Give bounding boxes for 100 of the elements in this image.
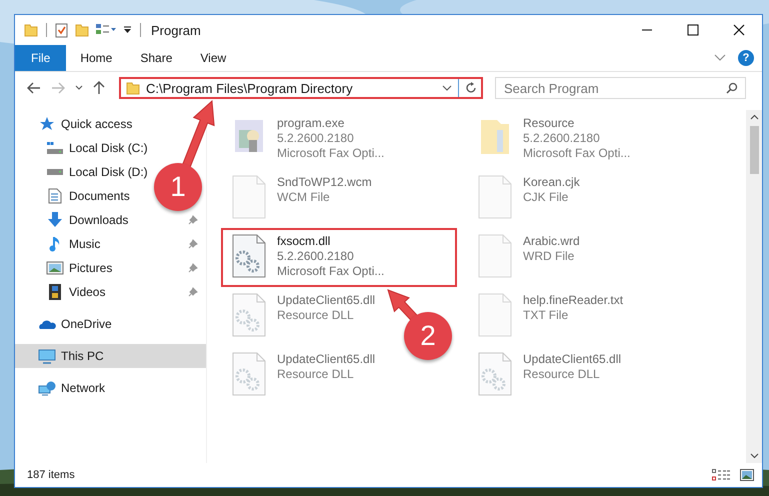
music-note-icon [49,236,61,252]
file-item[interactable]: UpdateClient65.dll Resource DLL [467,346,630,405]
sidebar-item[interactable]: Network [15,376,114,400]
gear-file-icon [232,293,266,337]
refresh-icon[interactable] [465,82,477,94]
drive-icon [46,168,64,176]
scrollbar[interactable] [746,110,762,463]
file-detail: TXT File [523,308,570,323]
file-detail: Microsoft Fax Opti... [523,146,630,161]
star-icon [39,117,55,131]
file-detail: Resource DLL [277,308,355,323]
scroll-up-icon[interactable] [750,114,758,120]
file-item[interactable]: Korean.cjk CJK File [467,169,588,228]
file-item[interactable]: SndToWP12.wcm WCM File [221,169,380,228]
search-icon [726,82,738,94]
blank-file-icon [478,234,512,278]
sidebar-label: OneDrive [61,317,112,331]
gear-file-icon [232,352,266,396]
file-name: help.fineReader.txt [523,293,624,308]
sidebar-label: This PC [61,349,105,363]
sidebar-item[interactable]: Pictures [15,256,120,280]
close-icon[interactable] [733,24,745,36]
file-name: UpdateClient65.dll [277,293,376,308]
ribbon-tab[interactable]: Share [126,45,186,71]
search-field[interactable]: Search Program [495,77,746,99]
file-detail: Microsoft Fax Opti... [277,264,384,279]
sidebar-item[interactable]: OneDrive [15,312,120,336]
file-detail: 5.2.2600.2180 [523,131,601,146]
file-name: SndToWP12.wcm [277,175,372,190]
sidebar-label: Network [61,381,106,395]
scroll-down-icon[interactable] [750,453,758,459]
file-name: fxsocm.dll [277,234,332,249]
scroll-thumb[interactable] [750,126,758,174]
film-strip-icon [48,283,62,301]
sidebar-label: Local Disk (D:) [69,165,148,179]
file-name: UpdateClient65.dll [523,352,622,367]
blank-file-icon [478,293,512,337]
sidebar-item[interactable]: Videos [15,280,114,304]
picture-frame-icon [46,261,64,275]
file-name: Korean.cjk [523,175,580,190]
blank-file-icon [478,175,512,219]
details-view-icon[interactable] [712,469,730,481]
gear-file-icon [478,352,512,396]
large-icons-view-icon[interactable] [740,469,754,481]
blank-file-icon [232,175,266,219]
file-name: program.exe [277,116,346,131]
sidebar-item[interactable]: Music [15,232,108,256]
file-item[interactable]: UpdateClient65.dll Resource DLL [221,346,384,405]
file-item[interactable]: Resource 5.2.2600.2180 Microsoft Fax Opti... [467,110,638,169]
file-name: Resource [523,116,576,131]
file-detail: WRD File [523,249,576,264]
file-detail: WCM File [277,190,331,205]
dropdown-caret-icon[interactable] [442,85,452,91]
sidebar-item[interactable]: Local Disk (D:) [15,160,156,184]
recent-caret-icon[interactable] [75,85,83,91]
sidebar-label: Videos [69,285,106,299]
sidebar-item[interactable]: Documents [15,184,138,208]
sidebar-label: Pictures [69,261,112,275]
maximize-icon[interactable] [687,24,699,36]
up-arrow-icon[interactable] [93,81,105,95]
file-name: UpdateClient65.dll [277,352,376,367]
file-detail: CJK File [523,190,570,205]
sidebar-item[interactable]: Local Disk (C:) [15,136,156,160]
sidebar-item[interactable]: Quick access [15,112,140,136]
view-menu-icon[interactable] [95,23,117,37]
sidebar-label: Music [69,237,100,251]
gear-file-icon [232,234,266,278]
sidebar-label: Quick access [61,117,132,131]
monitor-icon [38,348,56,364]
sidebar-label: Local Disk (C:) [69,141,148,155]
address-path: C:\Program Files\Program Directory [146,80,354,96]
file-detail: 5.2.2600.2180 [277,131,355,146]
address-bar[interactable]: C:\Program Files\Program Directory [119,77,483,99]
customize-caret-icon[interactable] [123,25,132,35]
sidebar-label: Documents [69,189,130,203]
window-title: Program [151,22,201,38]
back-arrow-icon[interactable] [27,82,41,94]
pin-icon[interactable] [188,239,198,249]
file-item[interactable]: fxsocm.dll 5.2.2600.2180 Microsoft Fax Opti... [221,228,457,287]
ribbon-tab[interactable]: File [15,45,66,71]
file-detail: Resource DLL [277,367,355,382]
file-item[interactable]: Arabic.wrd WRD File [467,228,588,287]
pin-icon[interactable] [188,215,198,225]
file-item[interactable]: help.fineReader.txt TXT File [467,287,632,346]
sidebar-item[interactable]: This PC [15,344,206,368]
file-item[interactable]: program.exe 5.2.2600.2180 Microsoft Fax Opti... [221,110,392,169]
drive-icon [46,141,64,155]
help-button[interactable]: ? [738,50,754,66]
ribbon-tab[interactable]: Home [66,45,126,71]
pin-icon[interactable] [188,287,198,297]
ribbon-tab[interactable]: View [186,45,240,71]
network-icon [38,380,56,396]
pin-icon[interactable] [188,263,198,273]
file-name: Arabic.wrd [523,234,580,249]
expand-ribbon-icon[interactable] [714,54,726,62]
file-detail: Microsoft Fax Opti... [277,146,384,161]
properties-icon[interactable] [55,22,69,38]
file-detail: Resource DLL [523,367,601,382]
file-item[interactable]: UpdateClient65.dll Resource DLL [221,287,384,346]
sidebar-item[interactable]: Downloads [15,208,136,232]
